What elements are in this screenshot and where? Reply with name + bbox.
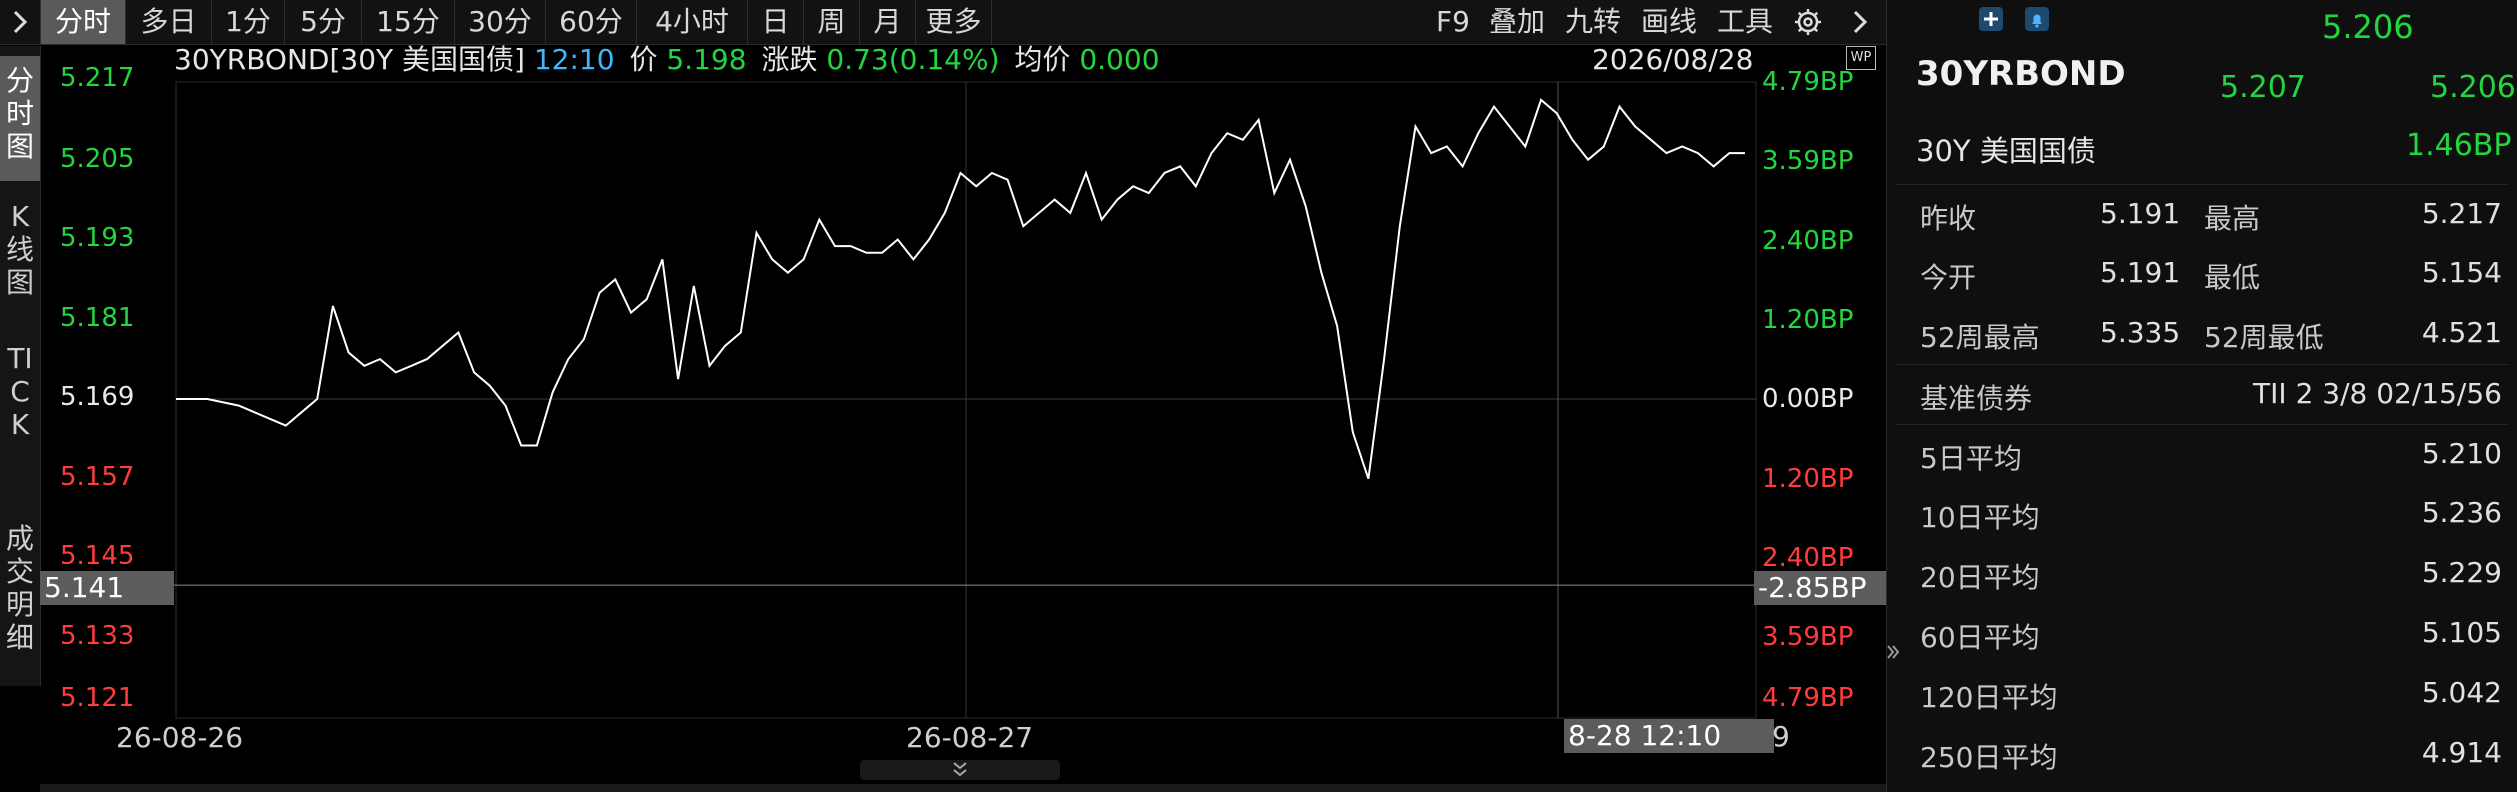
y-tick-right: 4.79BP: [1762, 67, 1854, 97]
avg-row: 10日平均 5.236: [1896, 484, 2508, 542]
double-chevron-down-icon: [953, 762, 967, 777]
bp-change: 1.46BP: [2406, 128, 2512, 163]
crosshair-bp-box: -2.85BP: [1754, 571, 1886, 605]
y-tick-right: 2.40BP: [1762, 226, 1854, 256]
stat-value: 5.335: [2100, 316, 2181, 349]
crosshair-price-box: 5.141: [40, 571, 174, 605]
avg-row: 20日平均 5.229: [1896, 544, 2508, 602]
stat-value: 5.191: [2100, 197, 2181, 230]
y-tick-left: 5.217: [60, 63, 135, 93]
benchmark-row: 基准债券 TII 2 3/8 02/15/56: [1896, 364, 2508, 423]
y-tick-right: 0.00BP: [1762, 384, 1854, 414]
y-tick-right: 1.20BP: [1762, 464, 1854, 494]
panel-symbol: 30YRBOND: [1916, 54, 2126, 94]
chart-resize-handle[interactable]: [860, 760, 1060, 780]
y-tick-right: 4.79BP: [1762, 683, 1854, 713]
avg-value: 5.042: [2421, 676, 2502, 709]
stats-row: 昨收 5.191 最高 5.217: [1896, 184, 2508, 243]
avg-label: 250日平均: [1920, 741, 2058, 774]
avg-row: 250日平均 4.914: [1896, 724, 2508, 782]
avg-label: 20日平均: [1920, 561, 2040, 594]
x-tick: 26-08-26: [116, 721, 244, 754]
add-watchlist-button[interactable]: [1978, 6, 2004, 32]
stats-row: 今开 5.191 最低 5.154: [1896, 244, 2508, 302]
avg-row: 60日平均 5.105: [1896, 604, 2508, 662]
price-alert-button[interactable]: [2024, 6, 2050, 32]
stat-label: 52周最高: [1920, 321, 2040, 354]
y-tick-left: 5.181: [60, 303, 135, 333]
y-tick-left: 5.193: [60, 223, 135, 253]
avg-label: 120日平均: [1920, 681, 2058, 714]
avg-value: 5.210: [2421, 437, 2502, 470]
avg-label: 5日平均: [1920, 442, 2022, 475]
avg-label: 60日平均: [1920, 621, 2040, 654]
avg-value: 5.236: [2421, 496, 2502, 529]
stat-label: 今开: [1920, 261, 1977, 294]
avg-row: 5日平均 5.210: [1896, 424, 2508, 483]
stat-label: 52周最低: [2204, 321, 2324, 354]
intraday-chart: [40, 81, 1757, 719]
bell-icon: [2025, 7, 2049, 31]
benchmark-value: TII 2 3/8 02/15/56: [2253, 377, 2502, 410]
x-tick: 26-08-27: [906, 721, 1034, 754]
last-price: 5.206: [2322, 8, 2414, 46]
stat-value: 5.191: [2100, 256, 2181, 289]
horizontal-scrollbar[interactable]: [40, 784, 1886, 792]
y-tick-left: 5.145: [60, 541, 135, 571]
avg-value: 5.105: [2421, 616, 2502, 649]
y-tick-left: 5.133: [60, 621, 135, 651]
y-tick-left: 5.169: [60, 382, 135, 412]
price-series-line: [176, 98, 1745, 480]
panel-subtitle: 30Y 美国国债: [1916, 134, 2096, 168]
price-line: [176, 98, 1745, 480]
stat-label: 最高: [2204, 202, 2261, 235]
benchmark-label: 基准债券: [1920, 382, 2033, 415]
x-tick-trailing: 9: [1772, 720, 1790, 753]
crosshair-time-box: 8-28 12:10: [1564, 719, 1774, 753]
bid-price: 5.207: [2220, 70, 2306, 105]
y-tick-right: 3.59BP: [1762, 146, 1854, 176]
y-tick-left: 5.121: [60, 683, 135, 713]
y-tick-right: 2.40BP: [1762, 543, 1854, 573]
stat-value: 4.521: [2421, 316, 2502, 349]
stat-label: 最低: [2204, 261, 2261, 294]
y-tick-left: 5.157: [60, 462, 135, 492]
plus-icon: [1979, 7, 2003, 31]
stat-value: 5.154: [2421, 256, 2502, 289]
y-tick-left: 5.205: [60, 144, 135, 174]
avg-value: 5.229: [2421, 556, 2502, 589]
stat-label: 昨收: [1920, 202, 1977, 235]
stat-value: 5.217: [2421, 197, 2502, 230]
avg-label: 10日平均: [1920, 501, 2040, 534]
y-tick-right: 1.20BP: [1762, 305, 1854, 335]
ask-price: 5.206: [2430, 70, 2516, 105]
y-tick-right: 3.59BP: [1762, 622, 1854, 652]
avg-value: 4.914: [2421, 736, 2502, 769]
stats-row: 52周最高 5.335 52周最低 4.521: [1896, 304, 2508, 362]
avg-row: 120日平均 5.042: [1896, 664, 2508, 722]
